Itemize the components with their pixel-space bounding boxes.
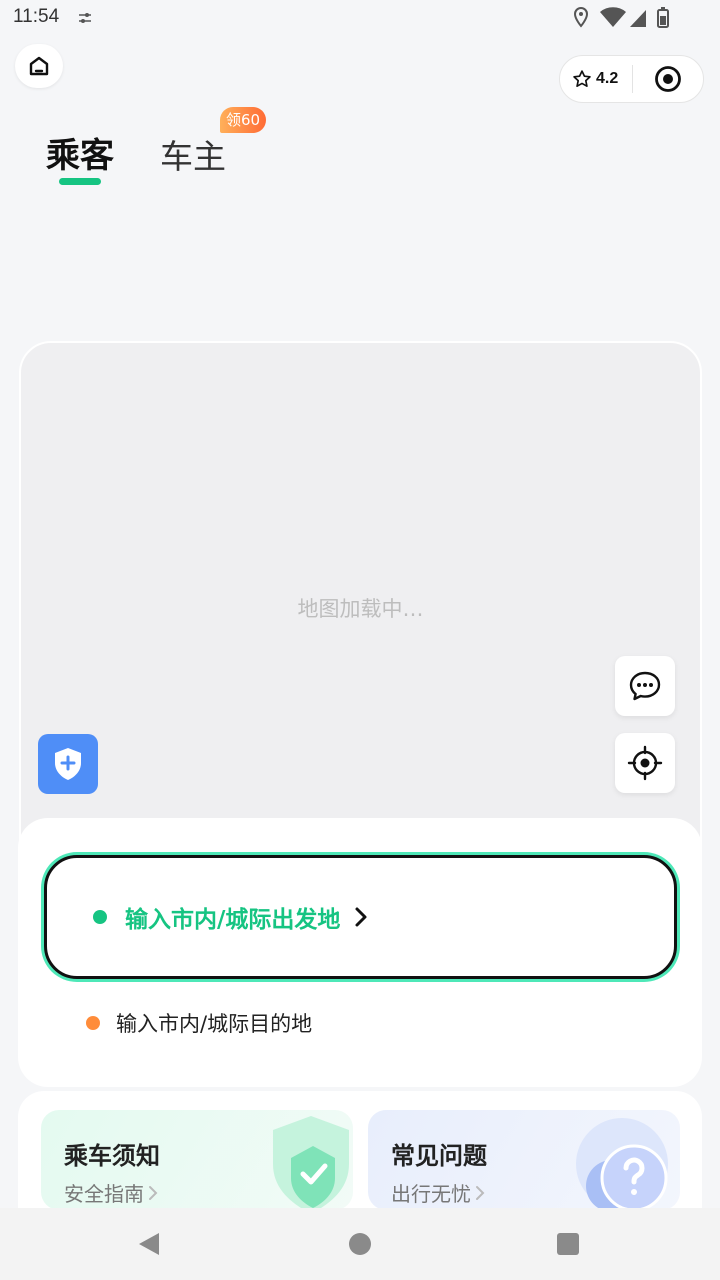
- rating-value: 4.2: [596, 70, 619, 87]
- wifi-icon: [600, 7, 626, 28]
- faq-card[interactable]: 常见问题 出行无忧: [368, 1110, 680, 1210]
- nav-home-icon[interactable]: [349, 1233, 371, 1255]
- notification-icons: [78, 10, 92, 29]
- shield-check-icon: [273, 1116, 349, 1210]
- map-loading-text: 地图加载中…: [297, 597, 424, 621]
- riding-notice-card[interactable]: 乘车须知 安全指南: [41, 1110, 353, 1210]
- riding-notice-title: 乘车须知: [64, 1142, 160, 1170]
- settings-sliders-icon: [79, 13, 91, 23]
- home-button[interactable]: [15, 44, 63, 88]
- chevron-right-icon: [476, 1185, 485, 1200]
- destination-field[interactable]: 输入市内/城际目的地: [86, 1008, 312, 1038]
- faq-subtitle-text: 出行无忧: [391, 1182, 471, 1206]
- chevron-right-icon: [355, 907, 367, 927]
- riding-notice-subtitle: 安全指南: [64, 1178, 158, 1207]
- promo-badge: 领60: [220, 107, 267, 133]
- home-icon: [29, 56, 49, 76]
- tab-car-owner[interactable]: 车主: [160, 130, 226, 178]
- close-miniprogram-button[interactable]: [633, 65, 703, 93]
- nav-recents-icon[interactable]: [557, 1233, 579, 1255]
- location-icon: [573, 6, 589, 28]
- riding-notice-subtitle-text: 安全指南: [64, 1182, 144, 1206]
- map-view[interactable]: 地图加载中…: [19, 341, 702, 901]
- tab-active-indicator: [59, 178, 101, 185]
- status-time: 11:54: [13, 6, 60, 27]
- start-dot-icon: [93, 910, 107, 924]
- start-location-placeholder: 输入市内/城际出发地: [125, 907, 341, 933]
- chevron-right-icon: [149, 1185, 158, 1200]
- rating-button[interactable]: 4.2: [560, 69, 632, 89]
- tab-passenger[interactable]: 乘客: [46, 128, 114, 177]
- faq-subtitle: 出行无忧: [391, 1178, 485, 1207]
- chat-bubble-icon: [629, 671, 661, 701]
- start-location-inner[interactable]: 输入市内/城际出发地: [44, 855, 677, 979]
- nav-back-icon[interactable]: [137, 1231, 161, 1257]
- star-icon: [573, 70, 591, 87]
- battery-icon: [657, 7, 669, 28]
- safety-center-button[interactable]: [38, 734, 98, 794]
- locate-me-button[interactable]: [615, 733, 675, 793]
- start-location-field[interactable]: 输入市内/城际出发地: [41, 852, 680, 982]
- status-bar: 11:54: [0, 0, 720, 36]
- crosshair-locate-icon: [627, 745, 663, 781]
- target-icon: [655, 66, 681, 92]
- system-status-icons: [572, 6, 682, 34]
- chat-button[interactable]: [615, 656, 675, 716]
- miniprogram-capsule: 4.2: [559, 55, 704, 103]
- question-bubble-icon: [576, 1118, 668, 1210]
- destination-placeholder: 输入市内/城际目的地: [116, 1012, 313, 1036]
- faq-title: 常见问题: [391, 1142, 487, 1170]
- signal-icon: [630, 10, 646, 27]
- destination-dot-icon: [86, 1016, 100, 1030]
- shield-plus-icon: [55, 748, 81, 780]
